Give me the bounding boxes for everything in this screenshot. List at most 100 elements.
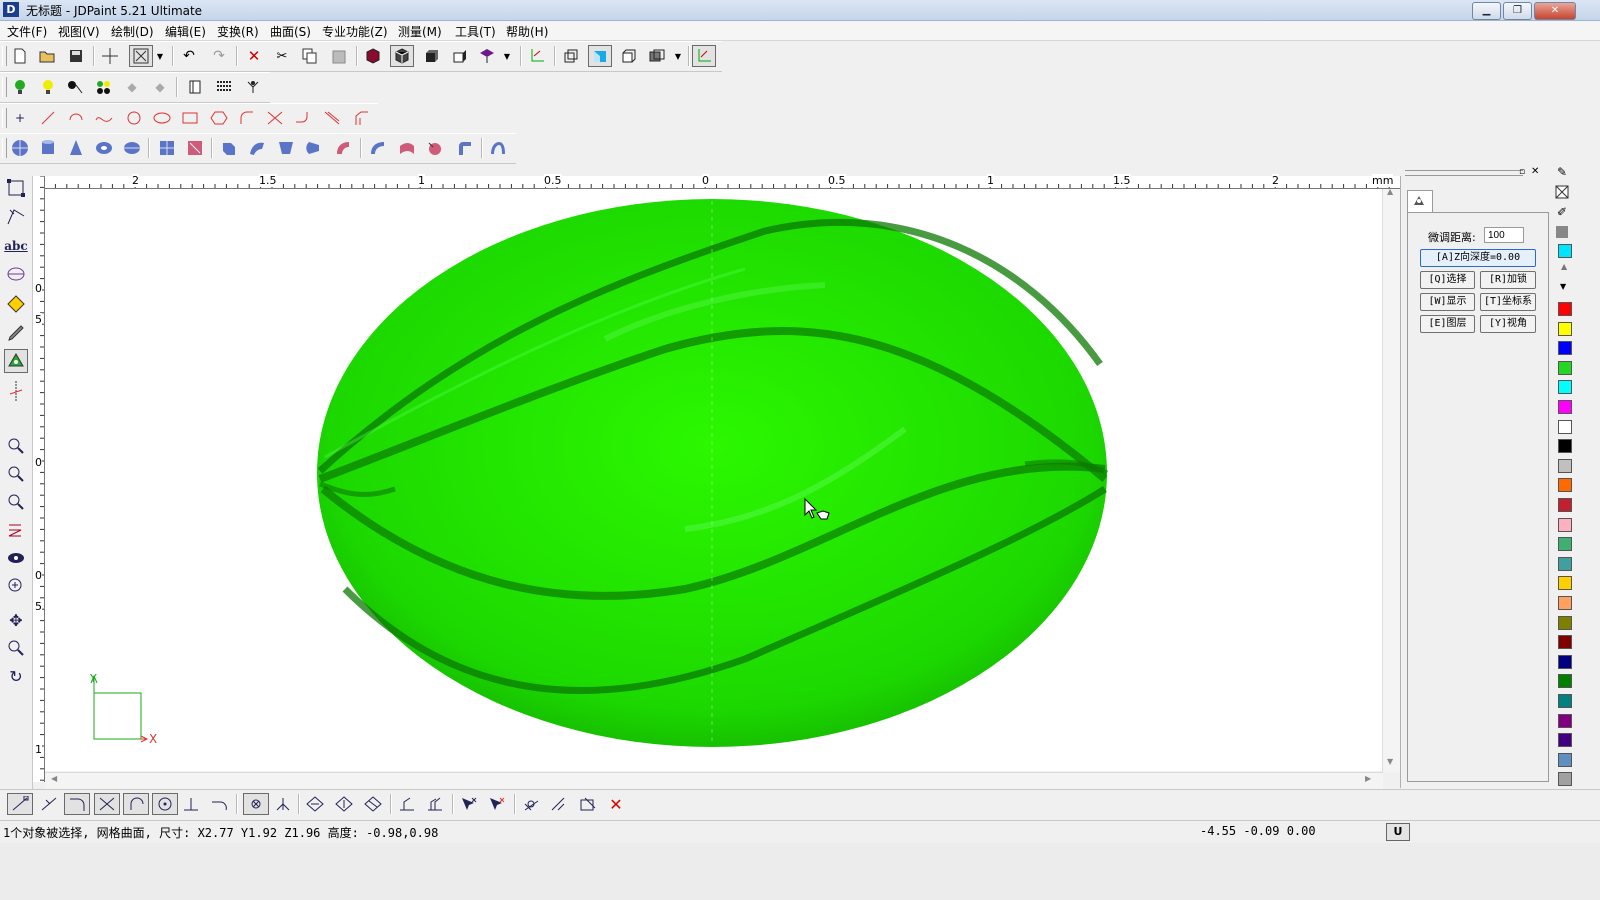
render-view-button[interactable] [390,45,414,67]
front-view-button[interactable] [420,45,442,67]
project-xy-button[interactable] [396,793,418,815]
light-on-button[interactable] [9,76,31,98]
cut-button[interactable]: ✂ [271,45,293,67]
coordinate-system-button[interactable]: [T]坐标系 [1480,293,1536,311]
surface-trim-tool[interactable] [396,137,418,159]
snap-surface-point-button[interactable] [333,793,355,815]
mesh-surface-tool[interactable] [156,137,178,159]
ellipsoid-tool[interactable] [121,137,143,159]
no-color-tool[interactable] [1554,184,1570,200]
scroll-up-icon[interactable]: ▲ [1561,262,1567,271]
surface-fillet-tool[interactable] [367,137,389,159]
color-swatch[interactable] [1558,302,1572,316]
virtual-sculpt-tool[interactable] [4,349,28,373]
color-swatch[interactable] [1558,458,1572,473]
color-swatch[interactable] [1558,713,1572,728]
blend-tool[interactable] [332,137,354,159]
color-swatch[interactable] [1558,556,1572,571]
palette-dropdown-icon[interactable]: ▼ [1560,282,1566,291]
spline-tool[interactable] [93,107,115,129]
delete-button[interactable]: ✕ [243,45,265,67]
current-color-swatch[interactable] [1558,244,1572,258]
sculpt-tool[interactable] [4,321,28,345]
snap-axis-button[interactable] [271,793,295,815]
menu-file[interactable]: 文件(F) [7,23,47,40]
polygon-tool[interactable] [208,107,230,129]
snap-tangent-button[interactable] [64,793,90,815]
layer-list-button[interactable] [213,76,235,98]
eyedropper-tool[interactable]: ✐ [1554,204,1570,220]
close-button[interactable]: ✕ [1534,2,1576,20]
trim-tool[interactable] [264,107,286,129]
layer-button[interactable]: [E]图层 [1420,315,1475,333]
view-angle-button[interactable]: [Y]视角 [1480,315,1536,333]
ellipse-tool[interactable] [151,107,173,129]
project-surface-button[interactable] [424,793,446,815]
side-view-button[interactable] [448,45,470,67]
prev-layer-button[interactable]: ◆ [121,76,143,98]
window-select-button[interactable] [129,45,153,67]
sphere-tool[interactable] [9,137,31,159]
surface-join-tool[interactable] [487,137,509,159]
cylinder-tool[interactable] [37,137,59,159]
z-depth-button[interactable]: [A]Z向深度=0.00 [1420,249,1536,267]
rectangle-tool[interactable] [179,107,201,129]
view-dropdown[interactable]: ▼ [500,45,514,67]
shaded-view-button[interactable] [362,45,384,67]
color-swatch[interactable] [1558,439,1572,454]
text-tool[interactable]: abc [4,234,28,258]
iso-view-button[interactable] [476,45,498,67]
panel-tab-sculpt[interactable] [1407,190,1433,213]
sweep-tool[interactable] [246,137,268,159]
chamfer-tool[interactable] [350,107,372,129]
color-swatch[interactable] [1558,733,1572,748]
hidden-line-button[interactable] [618,45,640,67]
menu-view[interactable]: 视图(V) [58,23,100,40]
color-swatch[interactable] [1558,537,1572,552]
surface-extend-tool[interactable] [424,137,446,159]
panel-close-icon[interactable]: ✕ [1531,166,1539,177]
snap-endpoint-button[interactable] [7,793,33,815]
paste-button[interactable] [328,45,350,67]
snap-intersection-button[interactable] [94,793,120,815]
cone-tool[interactable] [65,137,87,159]
extrude-tool[interactable] [218,137,240,159]
multi-view-dropdown[interactable]: ▼ [671,45,685,67]
color-swatch[interactable] [1558,498,1572,512]
color-swatch[interactable] [1558,380,1572,395]
select-button[interactable]: [Q]选择 [1420,271,1475,289]
arc-tool[interactable] [65,107,87,129]
zoom-in-tool[interactable] [4,462,28,486]
scroll-up-icon[interactable]: ▲ [1387,187,1393,196]
pencil-tool[interactable]: ✎ [1554,164,1570,180]
color-swatch[interactable] [1558,517,1572,532]
loft-tool[interactable] [275,137,297,159]
rotate-view-tool[interactable]: ↻ [4,664,28,688]
toolbar-grip[interactable] [2,138,7,158]
redo-button[interactable]: ↷ [208,45,230,67]
pick-remove-button[interactable] [486,793,508,815]
drawing-viewport[interactable]: Y X [45,189,1382,771]
extend-tool[interactable] [292,107,314,129]
menu-help[interactable]: 帮助(H) [506,23,548,40]
toolbar-grip[interactable] [2,108,7,128]
minimize-button[interactable]: ▁ [1472,2,1501,20]
surface-edit-tool[interactable] [4,262,28,286]
line-tool[interactable] [37,107,59,129]
curve-edit-tool[interactable] [4,204,28,228]
align-button[interactable] [548,793,570,815]
horizontal-scrollbar[interactable]: ◀ ▶ [45,772,1383,789]
menu-professional[interactable]: 专业功能(Z) [322,23,388,40]
copy-button[interactable] [299,45,321,67]
menu-transform[interactable]: 变换(R) [217,23,259,40]
cancel-snap-button[interactable]: ✕ [605,793,627,815]
circle-tool[interactable] [123,107,145,129]
snap-quadrant-button[interactable] [208,793,230,815]
show-all-button[interactable] [93,76,115,98]
color-swatch[interactable] [1558,596,1572,610]
mesh-surface-model[interactable] [317,199,1109,747]
lock-button[interactable]: [R]加锁 [1480,271,1536,289]
light-settings-button[interactable] [242,76,264,98]
measure-tool[interactable] [4,379,28,403]
pattern-tool[interactable] [1554,224,1570,240]
